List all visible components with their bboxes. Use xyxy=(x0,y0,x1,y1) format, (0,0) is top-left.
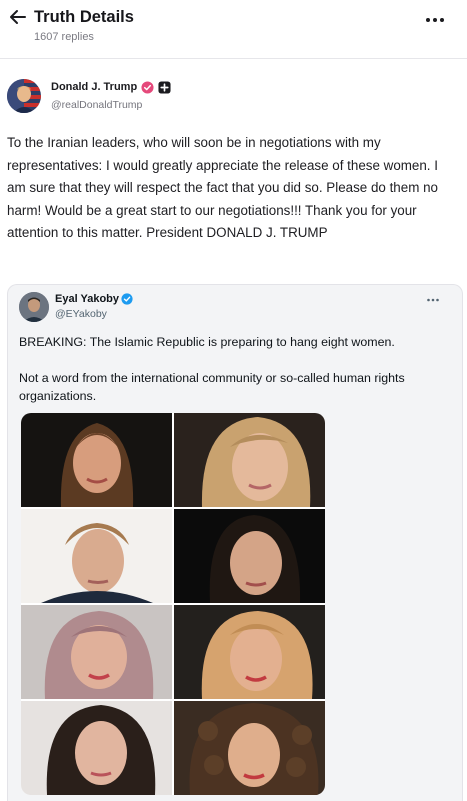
photo-woman-4[interactable] xyxy=(174,509,325,603)
more-icon[interactable] xyxy=(424,10,446,28)
x-verified-icon xyxy=(121,293,133,305)
photo-woman-3[interactable] xyxy=(21,509,172,603)
page-title: Truth Details xyxy=(34,8,134,26)
quoted-avatar[interactable] xyxy=(19,292,49,322)
header-divider xyxy=(0,58,467,59)
quoted-author-handle[interactable]: @EYakoby xyxy=(55,308,107,320)
photo-woman-8[interactable] xyxy=(174,701,325,795)
photo-grid[interactable] xyxy=(21,413,325,795)
quoted-text-breaking: BREAKING: The Islamic Republic is prepar… xyxy=(19,335,395,349)
verified-icon xyxy=(141,81,154,94)
back-arrow-icon[interactable] xyxy=(8,7,28,27)
header: Truth Details 1607 replies xyxy=(0,0,467,52)
photo-woman-2[interactable] xyxy=(174,413,325,507)
quoted-author-name[interactable]: Eyal Yakoby xyxy=(55,293,119,305)
photo-woman-1[interactable] xyxy=(21,413,172,507)
plus-badge-icon xyxy=(158,81,171,94)
post-text: To the Iranian leaders, who will soon be… xyxy=(7,135,438,240)
photo-woman-7[interactable] xyxy=(21,701,172,795)
quoted-more-icon[interactable] xyxy=(426,295,440,305)
avatar[interactable] xyxy=(7,79,41,113)
photo-woman-6[interactable] xyxy=(174,605,325,699)
photo-woman-5[interactable] xyxy=(21,605,172,699)
author-handle[interactable]: @realDonaldTrump xyxy=(51,99,142,111)
author-name[interactable]: Donald J. Trump xyxy=(51,81,137,93)
quoted-text-second: Not a word from the international commun… xyxy=(19,371,405,403)
quoted-post[interactable]: Eyal Yakoby @EYakoby BREAKING: The Islam… xyxy=(7,284,463,801)
reply-count: 1607 replies xyxy=(34,31,94,43)
